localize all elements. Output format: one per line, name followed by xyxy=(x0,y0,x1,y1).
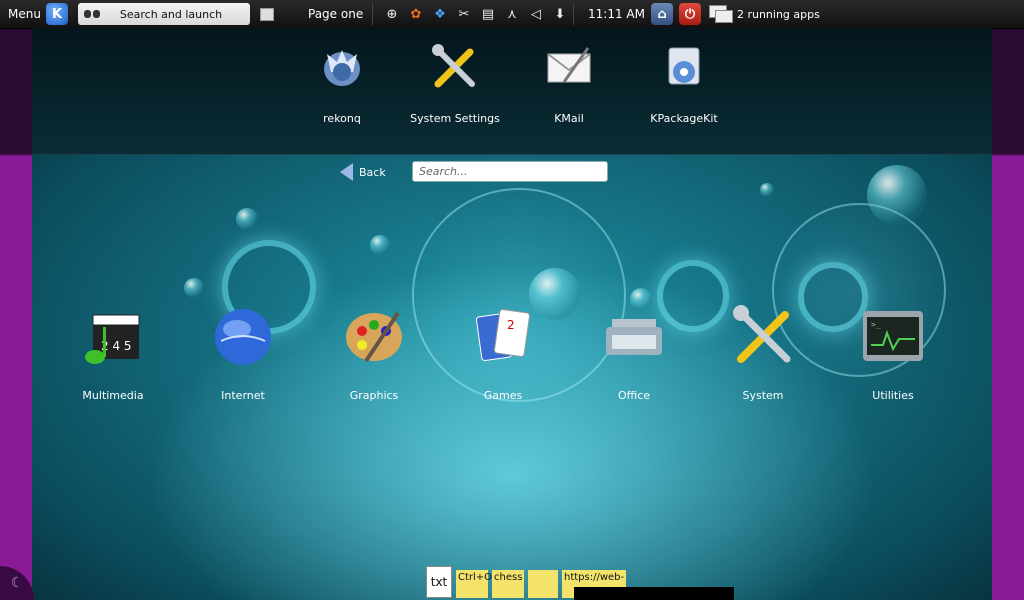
svg-text:>_: >_ xyxy=(871,320,881,329)
typewriter-icon xyxy=(602,303,666,367)
menu-button[interactable]: Menu xyxy=(8,7,41,21)
category-games[interactable]: 2 Games xyxy=(448,303,558,402)
add-icon[interactable]: ⊕ xyxy=(383,5,401,23)
favorite-kpackagekit[interactable]: KPackageKit xyxy=(629,42,739,125)
system-tray: ⊕ ✿ ❖ ✂ ▤ ⋏ ◁ ⬇ xyxy=(383,5,569,23)
category-label: Graphics xyxy=(349,389,399,402)
palette-icon xyxy=(342,303,406,367)
search-and-launch-button[interactable]: Search and launch xyxy=(78,3,250,25)
sticky-note-chess[interactable]: chess xyxy=(492,570,524,598)
terminal-icon: >_ xyxy=(861,303,925,367)
clapperboard-icon: 2 4 5 xyxy=(81,303,145,367)
category-label: Office xyxy=(617,389,651,402)
windows-icon[interactable] xyxy=(708,5,733,23)
rekonq-icon xyxy=(317,42,367,92)
favorite-rekonq[interactable]: rekonq xyxy=(287,42,397,125)
search-input[interactable]: Search... xyxy=(412,161,608,182)
tools-icon xyxy=(731,303,795,367)
top-panel: Menu K Search and launch Page one ⊕ ✿ ❖ … xyxy=(0,0,1024,29)
launcher-area: rekonq System Settings KMail KPackageKit… xyxy=(32,28,992,600)
clock[interactable]: 11:11 AM xyxy=(588,7,645,21)
binoculars-icon xyxy=(84,8,100,20)
tools-icon xyxy=(430,42,480,92)
category-label: Games xyxy=(483,389,523,402)
bubble xyxy=(370,235,390,255)
bubble xyxy=(236,208,258,230)
clipboard-icon[interactable]: ▤ xyxy=(479,5,497,23)
back-label: Back xyxy=(359,165,386,179)
favorite-label: System Settings xyxy=(410,112,500,125)
page-one-label[interactable]: Page one xyxy=(308,7,368,21)
category-label: Multimedia xyxy=(82,389,144,402)
category-office[interactable]: Office xyxy=(579,303,689,402)
volume-icon[interactable]: ◁ xyxy=(527,5,545,23)
wifi-icon[interactable]: ⋏ xyxy=(503,5,521,23)
bubble xyxy=(867,165,927,225)
search-placeholder: Search... xyxy=(419,165,468,178)
favorite-label: rekonq xyxy=(323,112,361,125)
category-utilities[interactable]: >_ Utilities xyxy=(838,303,948,402)
svg-text:2: 2 xyxy=(507,318,515,332)
lock-icon[interactable]: ⌂ xyxy=(650,3,673,25)
category-internet[interactable]: Internet xyxy=(188,303,298,402)
package-icon xyxy=(659,42,709,92)
left-border xyxy=(0,28,32,600)
favorite-system-settings[interactable]: System Settings xyxy=(400,42,510,125)
bubble xyxy=(184,278,204,298)
separator xyxy=(573,3,574,25)
separator xyxy=(372,3,373,25)
kde-logo-icon[interactable]: K xyxy=(46,3,68,25)
search-and-launch-label: Search and launch xyxy=(119,7,223,21)
download-icon[interactable]: ⬇ xyxy=(551,5,569,23)
page-icon[interactable] xyxy=(260,7,274,21)
category-graphics[interactable]: Graphics xyxy=(319,303,429,402)
klipper-flower-icon[interactable]: ✿ xyxy=(407,5,425,23)
favorite-label: KMail xyxy=(554,112,584,125)
mail-icon xyxy=(544,42,594,92)
bubble xyxy=(760,183,774,197)
dropbox-icon[interactable]: ❖ xyxy=(431,5,449,23)
category-label: Utilities xyxy=(872,389,914,402)
scissors-icon[interactable]: ✂ xyxy=(455,5,473,23)
category-system[interactable]: System xyxy=(708,303,818,402)
playing-cards-icon: 2 xyxy=(471,303,535,367)
favorite-kmail[interactable]: KMail xyxy=(514,42,624,125)
favorites-strip xyxy=(32,28,992,155)
back-button[interactable]: Back xyxy=(340,163,386,181)
right-border xyxy=(992,28,1024,600)
category-label: System xyxy=(742,389,784,402)
sticky-note-blank[interactable] xyxy=(528,570,558,598)
category-label: Internet xyxy=(221,389,265,402)
favorite-label: KPackageKit xyxy=(650,112,718,125)
back-arrow-icon xyxy=(340,163,353,181)
text-file-icon[interactable]: txt xyxy=(426,566,452,598)
power-icon[interactable]: ⏻ xyxy=(678,3,701,25)
redaction-bar xyxy=(574,587,734,600)
sticky-note-ctrl-o[interactable]: Ctrl+O xyxy=(456,570,492,598)
globe-icon xyxy=(211,303,275,367)
category-multimedia[interactable]: 2 4 5 Multimedia xyxy=(58,303,168,402)
running-apps-label[interactable]: 2 running apps xyxy=(737,8,820,21)
